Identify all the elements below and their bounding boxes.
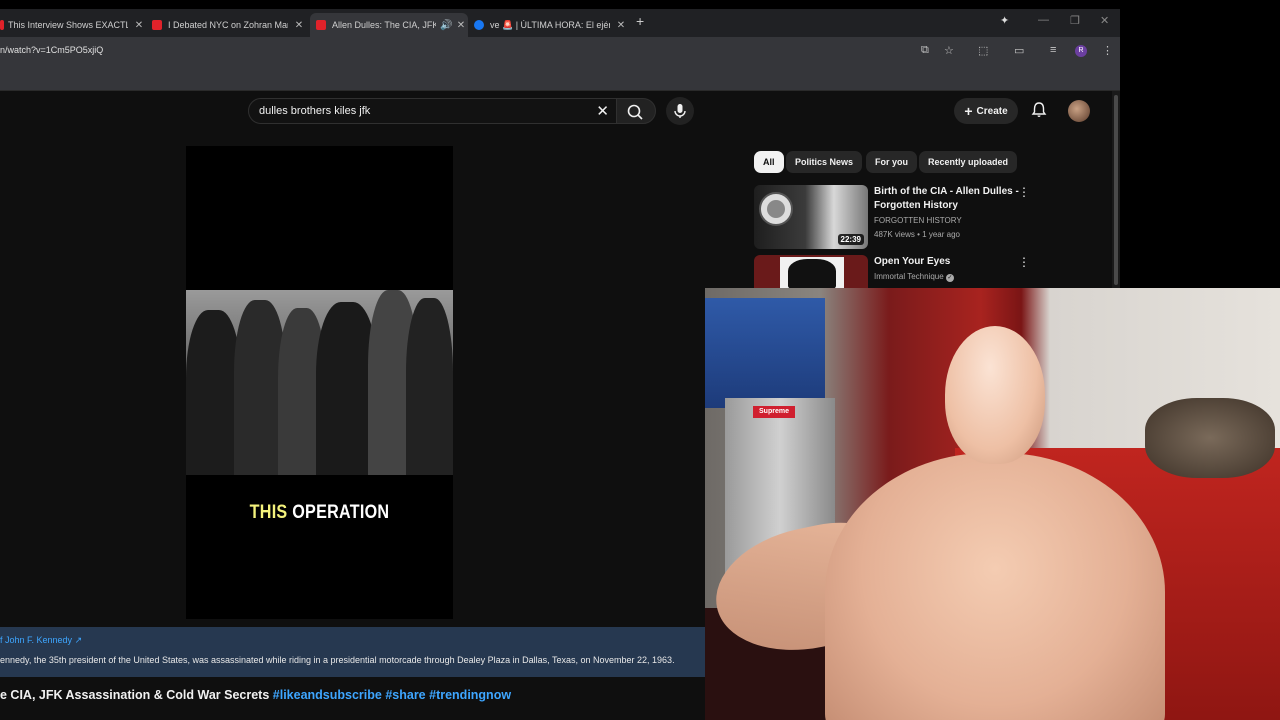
recommendation-item[interactable]: Open Your Eyes Immortal Technique ✓ ⋮ xyxy=(754,255,1044,288)
create-label: Create xyxy=(976,105,1008,117)
webcam-boxes xyxy=(705,298,825,408)
webcam-overlay: Supreme xyxy=(705,288,1280,720)
webcam-sticker: Supreme xyxy=(753,406,795,418)
tab-title: This Interview Shows EXACTLY xyxy=(8,20,128,30)
search-input[interactable]: dulles brothers kiles jfk ✕ xyxy=(248,98,618,124)
address-bar[interactable]: n/watch?v=1Cm5PO5xjiQ xyxy=(0,45,103,55)
video-title: e CIA, JFK Assassination & Cold War Secr… xyxy=(0,688,511,702)
close-tab-icon[interactable]: ✕ xyxy=(454,20,468,31)
video-duration: 22:39 xyxy=(837,234,864,245)
chip-for-you[interactable]: For you xyxy=(866,151,917,173)
close-tab-icon[interactable]: ✕ xyxy=(132,20,146,31)
clear-search-icon[interactable]: ✕ xyxy=(596,102,609,120)
close-window-icon[interactable]: ✕ xyxy=(1100,14,1109,27)
menu-kebab-icon[interactable]: ⋮ xyxy=(1102,44,1113,57)
bell-icon xyxy=(1031,102,1047,117)
youtube-favicon-icon xyxy=(316,20,326,30)
browser-tab-bar: This Interview Shows EXACTLY ✕ I Debated… xyxy=(0,9,1120,37)
webcam-pillow xyxy=(1145,398,1275,478)
chip-politics-news[interactable]: Politics News xyxy=(786,151,863,173)
ai-sparkle-icon[interactable]: ✦ xyxy=(1000,14,1009,27)
more-actions-icon[interactable]: ⋮ xyxy=(1018,185,1030,199)
bookmark-star-icon[interactable]: ☆ xyxy=(944,44,954,57)
webcam-person-body xyxy=(825,453,1165,720)
verified-check-icon: ✓ xyxy=(945,274,954,282)
video-title-text: e CIA, JFK Assassination & Cold War Secr… xyxy=(0,688,270,702)
close-tab-icon[interactable]: ✕ xyxy=(292,20,306,31)
recommendation-item[interactable]: 22:39 Birth of the CIA - Allen Dulles - … xyxy=(754,185,1044,251)
chip-recently-uploaded[interactable]: Recently uploaded xyxy=(919,151,1018,173)
video-hashtags[interactable]: #likeandsubscribe #share #trendingnow xyxy=(273,688,511,702)
account-avatar[interactable] xyxy=(1068,100,1090,122)
cast-icon[interactable]: ⧉ xyxy=(921,44,929,57)
video-thumbnail[interactable]: 22:39 xyxy=(754,185,868,249)
speaker-icon[interactable]: 🔊 xyxy=(440,20,452,31)
more-actions-icon[interactable]: ⋮ xyxy=(1018,255,1030,269)
bookmarks-bar xyxy=(0,65,1120,91)
recommendation-title[interactable]: Birth of the CIA - Allen Dulles - Forgot… xyxy=(874,185,1024,213)
microphone-icon xyxy=(674,104,686,118)
cia-seal-icon xyxy=(759,192,793,226)
external-link-icon: ↗ xyxy=(74,635,83,645)
browser-tab-active[interactable]: Allen Dulles: The CIA, JFK A 🔊 ✕ xyxy=(310,13,468,37)
chip-all[interactable]: All xyxy=(754,151,784,173)
tab-title: I Debated NYC on Zohran Mam xyxy=(168,20,288,30)
recommendation-channel[interactable]: FORGOTTEN HISTORY xyxy=(874,216,962,225)
search-button[interactable] xyxy=(616,98,656,124)
thumbnail-figure xyxy=(788,259,836,288)
new-tab-icon[interactable]: + xyxy=(636,13,644,29)
scrollbar-thumb[interactable] xyxy=(1114,95,1118,285)
voice-search-button[interactable] xyxy=(666,97,694,125)
search-icon xyxy=(627,104,643,120)
webcam-person-head xyxy=(945,326,1045,464)
info-panel: f John F. Kennedy ↗ ennedy, the 35th pre… xyxy=(0,627,706,677)
info-description: ennedy, the 35th president of the United… xyxy=(0,655,675,665)
maximize-icon[interactable]: ❐ xyxy=(1070,14,1080,27)
sidebar-icon[interactable]: ▭ xyxy=(1014,44,1024,57)
minimize-icon[interactable]: — xyxy=(1038,14,1049,26)
recommendation-meta: 487K views • 1 year ago xyxy=(874,230,960,239)
video-frame-photo xyxy=(186,290,453,475)
tab-title: ve 🚨 | ÚLTIMA HORA: El ejército xyxy=(490,19,610,30)
video-caption: THIS OPERATION xyxy=(206,502,433,524)
info-link[interactable]: f John F. Kennedy ↗ xyxy=(0,635,82,646)
browser-tab[interactable]: I Debated NYC on Zohran Mam ✕ xyxy=(152,13,306,37)
create-button[interactable]: + Create xyxy=(954,98,1018,124)
search-query: dulles brothers kiles jfk xyxy=(259,105,371,117)
recommendation-channel[interactable]: Immortal Technique ✓ xyxy=(874,272,954,282)
tab-title: Allen Dulles: The CIA, JFK A xyxy=(332,20,436,30)
close-tab-icon[interactable]: ✕ xyxy=(614,20,628,31)
youtube-favicon-icon xyxy=(152,20,162,30)
plus-icon: + xyxy=(964,103,973,119)
youtube-favicon-icon xyxy=(0,20,4,30)
address-bar-row: n/watch?v=1Cm5PO5xjiQ ⧉ ☆ ⬚ ▭ ≡ R ⋮ xyxy=(0,37,1120,65)
browser-tab[interactable]: ve 🚨 | ÚLTIMA HORA: El ejército ✕ xyxy=(474,13,628,37)
reading-list-icon[interactable]: ≡ xyxy=(1050,44,1056,56)
recommendation-title[interactable]: Open Your Eyes xyxy=(874,255,1024,269)
caption-highlight: THIS xyxy=(249,502,288,523)
facebook-favicon-icon xyxy=(474,20,484,30)
browser-tab[interactable]: This Interview Shows EXACTLY ✕ xyxy=(0,13,146,37)
notifications-button[interactable] xyxy=(1030,101,1048,124)
extensions-icon[interactable]: ⬚ xyxy=(978,44,988,57)
caption-rest: OPERATION xyxy=(292,502,390,523)
video-thumbnail[interactable] xyxy=(754,255,868,288)
profile-avatar[interactable]: R xyxy=(1075,45,1087,57)
